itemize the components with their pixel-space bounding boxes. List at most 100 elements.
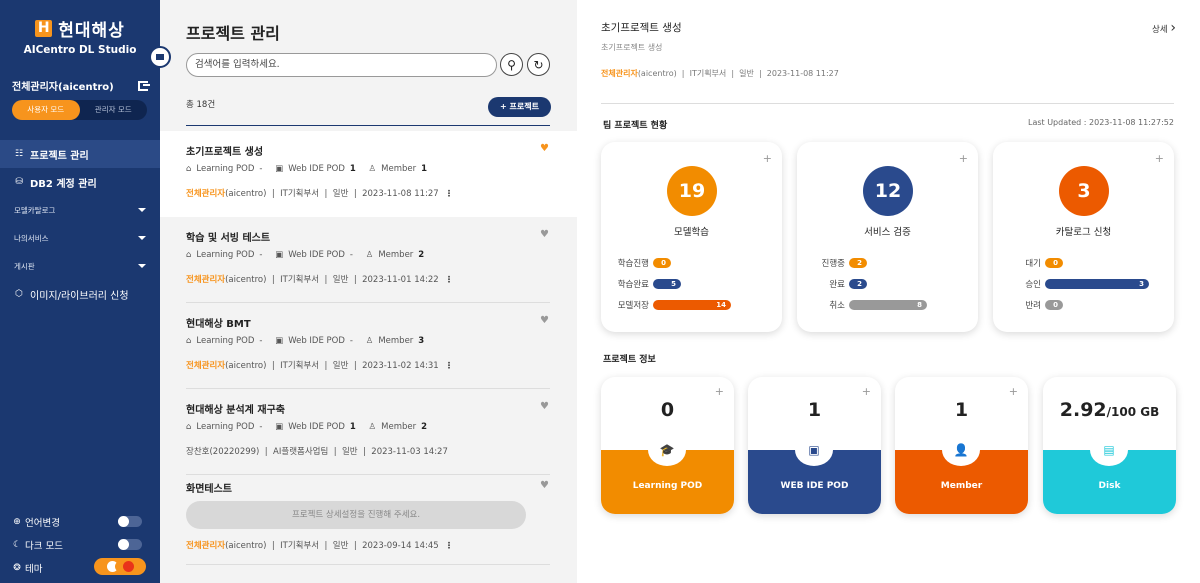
sidebar-item-label: 프로젝트 관리 [30, 150, 89, 162]
sidebar-item-image-request[interactable]: ⬡ 이미지/라이브러리 신청 [0, 280, 160, 308]
sidebar-item-board[interactable]: 게시판 [0, 252, 160, 280]
favorite-heart-icon[interactable]: ♥ [540, 401, 549, 412]
divider [186, 125, 550, 126]
refresh-button[interactable]: ↻ [527, 53, 550, 76]
total-count: 총 18건 [186, 100, 216, 110]
incomplete-setup-message: 프로젝트 상세설정을 진행해 주세요. [186, 501, 526, 529]
info-card: + 1 👤 Member [895, 377, 1028, 514]
status-row-label: 진행중 [821, 258, 845, 269]
sidebar-item-model-catalog[interactable]: 모델카탈로그 [0, 196, 160, 224]
status-card: + 3 카탈로그 신청 대기 0 승인 3 반려 0 [993, 142, 1174, 332]
status-row: 반려 0 [1007, 294, 1167, 315]
sidebar-item-my-service[interactable]: 나의서비스 [0, 224, 160, 252]
project-card[interactable]: 학습 및 서빙 테스트 ♥ ⌂ Learning POD - ▣ Web IDE PO… [160, 217, 577, 303]
user-mode-button[interactable]: 사용자 모드 [12, 100, 80, 120]
palette-icon: ❂ [13, 562, 21, 573]
info-card: 2.92/100 GB ▤ Disk [1043, 377, 1176, 514]
status-count: 3 [1059, 166, 1109, 216]
favorite-heart-icon[interactable]: ♥ [540, 315, 549, 326]
project-card[interactable]: 화면테스트 ♥ 프로젝트 상세설정을 진행해 주세요. 전체관리자(aicent… [160, 475, 577, 565]
project-meta: ⌂ Learning POD - ▣ Web IDE POD 1 ♙ Member 2 [186, 422, 428, 432]
plus-icon[interactable]: + [1155, 152, 1164, 165]
detail-info: 전체관리자(aicentro) | IT기획부서 | 일반 | 2023-11-… [601, 69, 839, 78]
moon-icon: ☾ [12, 539, 22, 550]
status-count: 12 [863, 166, 913, 216]
sidebar-item-label: DB2 계정 관리 [30, 178, 97, 190]
sidebar-item-project[interactable]: ☷ 프로젝트 관리 [0, 140, 160, 168]
status-bar: 14 [653, 299, 731, 310]
status-row-label: 승인 [1025, 279, 1041, 290]
plus-icon[interactable]: + [862, 385, 871, 398]
user-icon: ♙ [365, 336, 374, 346]
language-toggle[interactable] [118, 516, 142, 527]
status-bar: 3 [1045, 278, 1149, 289]
status-card: + 19 모델학습 학습진행 0 학습완료 5 모델저장 14 [601, 142, 782, 332]
admin-mode-button[interactable]: 관리자 모드 [80, 100, 148, 120]
terminal-icon: ▣ [275, 164, 284, 174]
project-list-panel: 프로젝트 관리 검색어를 입력하세요. ⚲ ↻ 총 18건 + 프로젝트 초기프… [160, 0, 577, 583]
menu-icon [156, 54, 164, 60]
project-info-title: 프로젝트 정보 [603, 355, 656, 365]
theme-selector[interactable] [94, 558, 146, 575]
status-label: 모델학습 [674, 227, 709, 238]
status-bar: 2 [849, 257, 867, 268]
project-card[interactable]: 초기프로젝트 생성 ♥ ⌂ Learning POD - ▣ Web IDE POD 1… [160, 131, 577, 217]
logout-icon[interactable] [138, 80, 150, 91]
add-project-button[interactable]: + 프로젝트 [488, 97, 551, 117]
dark-mode-toggle[interactable] [118, 539, 142, 550]
info-unit: /100 GB [1106, 405, 1160, 419]
status-row-label: 학습진행 [617, 258, 649, 269]
status-label: 서비스 검증 [864, 227, 911, 238]
graduation-cap-icon: ⌂ [186, 336, 192, 346]
status-row-label: 학습완료 [617, 279, 649, 290]
status-row: 진행중 2 [811, 252, 971, 273]
more-options-icon[interactable]: ⋮ [445, 275, 454, 285]
favorite-heart-icon[interactable]: ♥ [540, 229, 549, 240]
globe-icon: ⊕ [13, 516, 21, 527]
logo[interactable]: H 현대해상 AICentro DL Studio [0, 16, 160, 56]
sidebar-collapse-button[interactable] [149, 46, 171, 68]
chevron-down-icon [138, 264, 146, 268]
status-row: 대기 0 [1007, 252, 1167, 273]
favorite-heart-icon[interactable]: ♥ [540, 480, 549, 491]
search-button[interactable]: ⚲ [500, 53, 523, 76]
plus-icon[interactable]: + [959, 152, 968, 165]
search-icon: ⚲ [507, 57, 516, 72]
search-input[interactable]: 검색어를 입력하세요. [186, 53, 497, 77]
terminal-icon: ▣ [795, 434, 833, 466]
chevron-down-icon [138, 208, 146, 212]
detail-link[interactable]: 상세 › [1152, 20, 1176, 36]
plus-icon[interactable]: + [1009, 385, 1018, 398]
status-row-label: 취소 [829, 300, 845, 311]
detail-subtitle: 초기프로젝트 생성 [601, 43, 663, 52]
status-row-label: 모델저장 [617, 300, 649, 311]
info-label: Member [940, 481, 983, 491]
theme-label: 테마 [25, 563, 43, 575]
sidebar-item-db2[interactable]: ⛁ DB2 계정 관리 [0, 168, 160, 196]
dark-mode-label: 다크 모드 [25, 540, 64, 552]
chevron-down-icon [138, 236, 146, 240]
status-bar: 0 [653, 257, 671, 268]
server-icon: ▤ [1090, 434, 1128, 466]
theme-swatch[interactable] [122, 561, 134, 572]
project-info: 전체관리자(aicentro) | IT기획부서 | 일반 | 2023-11-… [186, 361, 454, 371]
status-bar: 0 [1045, 257, 1063, 268]
status-bars: 대기 0 승인 3 반려 0 [1007, 252, 1167, 315]
sidebar: H 현대해상 AICentro DL Studio 전체관리자(aicentro… [0, 0, 171, 583]
plus-icon[interactable]: + [763, 152, 772, 165]
terminal-icon: ▣ [275, 422, 284, 432]
more-options-icon[interactable]: ⋮ [445, 361, 454, 371]
sidebar-item-label: 나의서비스 [14, 233, 49, 243]
status-bar: 0 [1045, 299, 1063, 310]
more-options-icon[interactable]: ⋮ [445, 189, 454, 199]
more-options-icon[interactable]: ⋮ [445, 541, 454, 551]
info-label: WEB IDE POD [780, 481, 849, 491]
favorite-heart-icon[interactable]: ♥ [540, 143, 549, 154]
app: H 현대해상 AICentro DL Studio 전체관리자(aicentro… [0, 0, 1200, 583]
info-value: 2.92/100 GB [1059, 399, 1160, 421]
project-card[interactable]: 현대해상 분석계 재구축 ♥ ⌂ Learning POD - ▣ Web IDE P… [160, 389, 577, 475]
project-card[interactable]: 현대해상 BMT ♥ ⌂ Learning POD - ▣ Web IDE POD - … [160, 303, 577, 389]
database-icon: ⛁ [15, 177, 23, 187]
plus-icon[interactable]: + [715, 385, 724, 398]
status-row: 모델저장 14 [615, 294, 775, 315]
